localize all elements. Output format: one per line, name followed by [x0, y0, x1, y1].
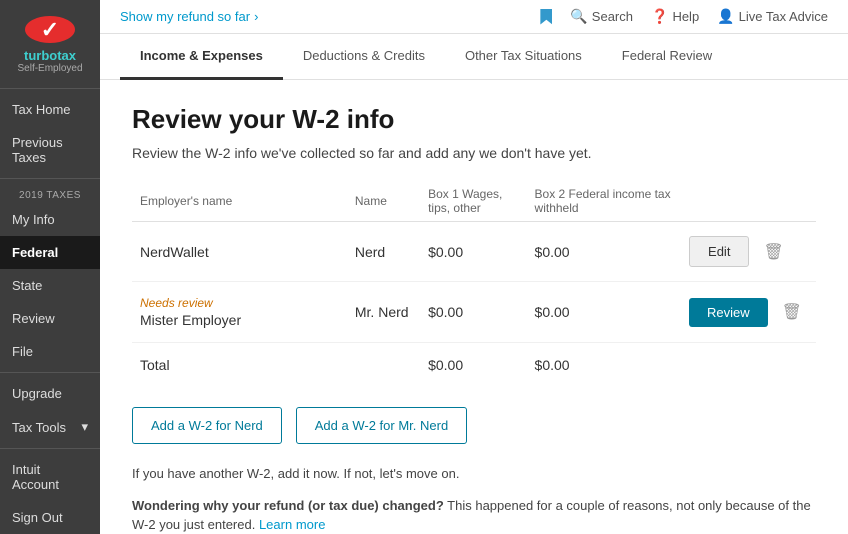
logo-checkmark: ✓ — [41, 17, 59, 43]
employer-name: NerdWallet — [140, 244, 209, 260]
w2-table: Employer's name Name Box 1 Wages, tips, … — [132, 181, 816, 387]
content-area: Review your W-2 info Review the W-2 info… — [100, 80, 848, 534]
logo: ✓ — [25, 16, 75, 43]
refund-link-text: Show my refund so far — [120, 9, 250, 24]
name-cell: Nerd — [347, 222, 420, 282]
total-actions — [681, 343, 816, 388]
tax-tools-label: Tax Tools — [12, 420, 66, 435]
tab-deductions-credits[interactable]: Deductions & Credits — [283, 34, 445, 80]
sidebar-item-my-info[interactable]: My Info — [0, 203, 100, 236]
col-header-actions — [681, 181, 816, 222]
delete-icon[interactable]: 🗑 — [757, 238, 789, 266]
name-cell-2: Mr. Nerd — [347, 282, 420, 343]
main-area: Show my refund so far › 🔍 Search ❓ Help … — [100, 0, 848, 534]
learn-more-link[interactable]: Learn more — [259, 517, 325, 532]
sidebar-item-federal[interactable]: Federal — [0, 236, 100, 269]
review-button[interactable]: Review — [689, 298, 768, 327]
divider-bottom — [0, 372, 100, 373]
section-label: 2019 TAXES — [7, 182, 93, 203]
total-label: Total — [132, 343, 347, 388]
sidebar-item-sign-out[interactable]: Sign Out — [0, 501, 100, 534]
actions-cell-2: Review 🗑 — [681, 282, 816, 343]
box2-cell: $0.00 — [527, 222, 682, 282]
topbar-left: Show my refund so far › — [120, 9, 258, 24]
sidebar-item-tax-tools[interactable]: Tax Tools ▾ — [0, 410, 100, 444]
box1-cell-2: $0.00 — [420, 282, 526, 343]
advice-label: Live Tax Advice — [739, 9, 828, 24]
total-box2: $0.00 — [527, 343, 682, 388]
table-row: Needs review Mister Employer Mr. Nerd $0… — [132, 282, 816, 343]
page-title: Review your W-2 info — [132, 104, 816, 135]
nav-tabs: Income & Expenses Deductions & Credits O… — [100, 34, 848, 80]
col-header-box1: Box 1 Wages, tips, other — [420, 181, 526, 222]
divider-top — [0, 88, 100, 89]
employer-cell-2: Needs review Mister Employer — [132, 282, 347, 343]
edit-button[interactable]: Edit — [689, 236, 749, 267]
helper-text-1: If you have another W-2, add it now. If … — [132, 464, 816, 484]
helper-text-2: Wondering why your refund (or tax due) c… — [132, 496, 816, 534]
col-header-box2: Box 2 Federal income tax withheld — [527, 181, 682, 222]
col-header-employer: Employer's name — [132, 181, 347, 222]
sidebar-footer: Intuit Account Sign Out — [0, 444, 100, 534]
search-icon: 🔍 — [570, 8, 587, 25]
topbar-right: 🔍 Search ❓ Help 👤 Live Tax Advice — [540, 8, 828, 25]
helper-text-2-bold: Wondering why your refund (or tax due) c… — [132, 498, 444, 513]
divider-mid — [0, 178, 100, 179]
page-subtitle: Review the W-2 info we've collected so f… — [132, 145, 816, 161]
add-w2-nerd-button[interactable]: Add a W-2 for Nerd — [132, 407, 282, 444]
brand-sub: Self-Employed — [17, 63, 82, 74]
search-button[interactable]: 🔍 Search — [570, 8, 633, 25]
topbar: Show my refund so far › 🔍 Search ❓ Help … — [100, 0, 848, 34]
add-w2-row: Add a W-2 for Nerd Add a W-2 for Mr. Ner… — [132, 407, 816, 444]
total-row: Total $0.00 $0.00 — [132, 343, 816, 388]
table-row: NerdWallet Nerd $0.00 $0.00 Edit 🗑 — [132, 222, 816, 282]
add-w2-mr-nerd-button[interactable]: Add a W-2 for Mr. Nerd — [296, 407, 467, 444]
col-header-name: Name — [347, 181, 420, 222]
sidebar: ✓ turbotax Self-Employed Tax Home Previo… — [0, 0, 100, 534]
tab-other-tax[interactable]: Other Tax Situations — [445, 34, 602, 80]
sidebar-item-previous-taxes[interactable]: Previous Taxes — [0, 126, 100, 174]
employer-name-2: Mister Employer — [140, 312, 241, 328]
box1-cell: $0.00 — [420, 222, 526, 282]
total-box1: $0.00 — [420, 343, 526, 388]
tab-income-expenses[interactable]: Income & Expenses — [120, 34, 283, 80]
sidebar-item-file[interactable]: File — [0, 335, 100, 368]
refund-arrow-icon: › — [254, 9, 258, 24]
live-advice-button[interactable]: 👤 Live Tax Advice — [717, 8, 828, 25]
footer-divider — [0, 448, 100, 449]
help-button[interactable]: ❓ Help — [651, 8, 699, 25]
chevron-down-icon: ▾ — [81, 419, 88, 435]
refund-link[interactable]: Show my refund so far › — [120, 9, 258, 24]
person-icon: 👤 — [717, 8, 734, 25]
sidebar-item-state[interactable]: State — [0, 269, 100, 302]
brand-name: turbotax — [24, 49, 76, 63]
bookmark-icon-area[interactable] — [540, 9, 552, 25]
needs-review-badge: Needs review — [140, 296, 339, 310]
actions-cell: Edit 🗑 — [681, 222, 816, 282]
sidebar-item-tax-home[interactable]: Tax Home — [0, 93, 100, 126]
box2-cell-2: $0.00 — [527, 282, 682, 343]
sidebar-item-review[interactable]: Review — [0, 302, 100, 335]
help-label: Help — [672, 9, 699, 24]
sidebar-item-intuit-account[interactable]: Intuit Account — [0, 453, 100, 501]
tab-federal-review[interactable]: Federal Review — [602, 34, 732, 80]
total-name — [347, 343, 420, 388]
sidebar-item-upgrade[interactable]: Upgrade — [0, 377, 100, 410]
delete-icon-2[interactable]: 🗑 — [776, 298, 808, 326]
search-label: Search — [592, 9, 633, 24]
bookmark-icon — [540, 9, 552, 25]
employer-cell: NerdWallet — [132, 222, 347, 282]
help-icon: ❓ — [651, 8, 668, 25]
